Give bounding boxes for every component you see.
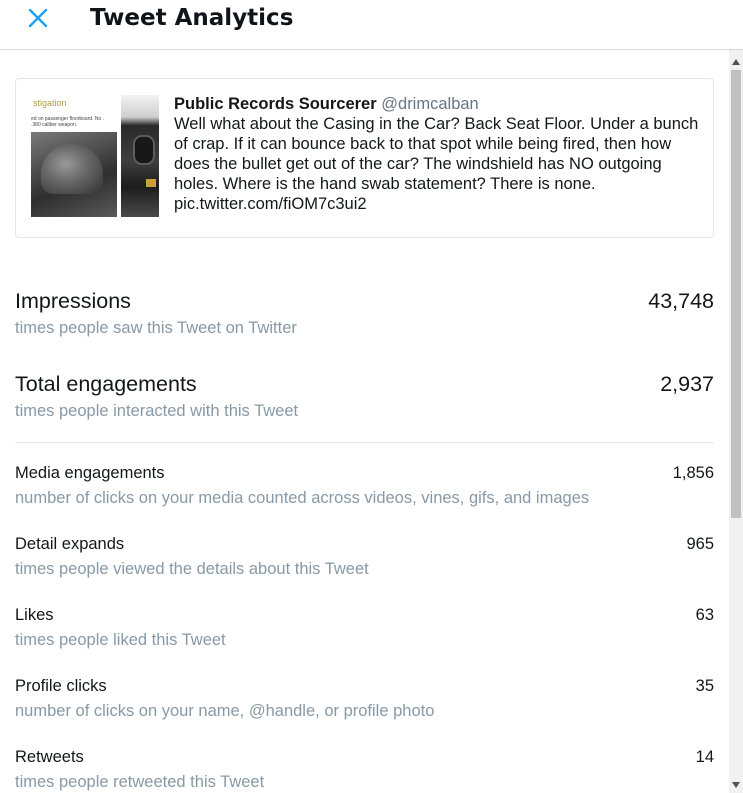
metric-value: 35: [695, 677, 714, 695]
author-name[interactable]: Public Records Sourcerer: [174, 95, 377, 113]
close-button[interactable]: [22, 2, 54, 34]
tweet-body: Well what about the Casing in the Car? B…: [174, 115, 699, 213]
author-handle[interactable]: @drimcalban: [381, 95, 478, 113]
tweet-analytics-window: Tweet Analytics stigation ed on passenge…: [0, 0, 743, 793]
tweet-card[interactable]: stigation ed on passenger floorboard. No…: [15, 78, 714, 238]
close-icon: [28, 8, 48, 28]
metric-value: 1,856: [672, 464, 714, 482]
metric-description: times people interacted with this Tweet: [15, 402, 299, 420]
metric-description: times people retweeted this Tweet: [15, 773, 265, 791]
metric-description: times people saw this Tweet on Twitter: [15, 319, 297, 337]
scroll-up-arrow-icon[interactable]: [729, 56, 743, 68]
page-title: Tweet Analytics: [90, 5, 294, 31]
evidence-marker-image: [146, 179, 156, 187]
analytics-content: stigation ed on passenger floorboard. No…: [0, 50, 729, 793]
metric-label: Detail expands: [15, 535, 125, 553]
thumbnail-small-text: ed on passenger floorboard. No . .380 ca…: [31, 116, 105, 128]
metric-description: times people liked this Tweet: [15, 631, 226, 649]
metric-label: Profile clicks: [15, 677, 107, 695]
metric-value: 63: [695, 606, 714, 624]
scroll-down-arrow-icon[interactable]: [729, 779, 743, 791]
metric-value: 2,937: [660, 372, 714, 396]
metric-value: 965: [686, 535, 714, 553]
car-seat-image: [31, 132, 117, 217]
tweet-media-thumbnail[interactable]: stigation ed on passenger floorboard. No…: [31, 95, 117, 217]
divider: [15, 442, 714, 443]
vertical-scrollbar[interactable]: [729, 50, 743, 793]
metric-label: Total engagements: [15, 372, 197, 396]
metric-label: Impressions: [15, 289, 131, 313]
metric-value: 43,748: [648, 289, 714, 313]
scrollbar-thumb[interactable]: [731, 70, 741, 518]
header: Tweet Analytics: [0, 0, 743, 50]
metric-description: number of clicks on your media counted a…: [15, 489, 590, 507]
metric-value: 14: [695, 748, 714, 766]
metric-description: times people viewed the details about th…: [15, 560, 369, 578]
metric-label: Likes: [15, 606, 54, 624]
metric-label: Retweets: [15, 748, 84, 766]
thumbnail-caption: stigation: [33, 98, 67, 108]
bullet-hole-image: [133, 135, 155, 165]
metric-description: number of clicks on your name, @handle, …: [15, 702, 435, 720]
metric-label: Media engagements: [15, 464, 165, 482]
tweet-text: Public Records Sourcerer @drimcalban Wel…: [174, 94, 699, 214]
tweet-media-thumbnail-2[interactable]: [121, 95, 159, 217]
